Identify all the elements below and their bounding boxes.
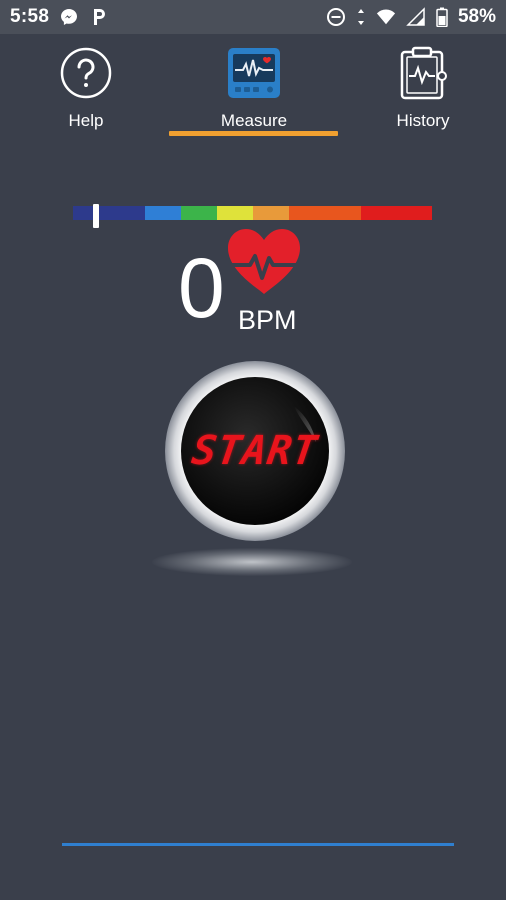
scale-segment (73, 206, 145, 220)
status-bar: 5:58 58% (0, 0, 506, 34)
help-icon (59, 46, 113, 105)
scale-segment (253, 206, 289, 220)
data-arrows-icon (356, 7, 366, 27)
start-button[interactable]: START (164, 360, 346, 542)
battery-icon (436, 7, 448, 27)
scale-segment (361, 206, 432, 220)
scale-segment (181, 206, 217, 220)
scale-segment (217, 206, 253, 220)
wifi-icon (376, 7, 396, 27)
status-bar-right: 58% (326, 6, 496, 28)
tab-help-label: Help (68, 111, 104, 130)
clipboard-icon (396, 46, 450, 105)
bpm-value: 0 (178, 241, 225, 335)
heart-pulse-icon (228, 229, 300, 294)
start-button-graphic (165, 361, 345, 541)
p-app-icon (89, 7, 109, 27)
scale-marker (93, 204, 99, 228)
tab-selected-indicator (169, 131, 338, 136)
scale-segment (289, 206, 361, 220)
tab-measure-label: Measure (220, 111, 288, 130)
tab-bar: Help Measure History (0, 34, 506, 144)
tab-measure[interactable]: Measure (203, 46, 305, 131)
tab-history-label: History (396, 111, 450, 130)
tab-history[interactable]: History (390, 46, 456, 131)
bpm-unit: BPM (238, 305, 297, 335)
heart-rate-scale (73, 206, 432, 220)
messenger-icon (59, 7, 79, 27)
status-bar-left: 5:58 (10, 6, 109, 28)
status-time: 5:58 (10, 6, 50, 27)
start-button-shadow (152, 548, 352, 576)
scale-segment (145, 206, 181, 220)
do-not-disturb-icon (326, 7, 346, 27)
bottom-divider (62, 843, 454, 846)
battery-percent: 58% (457, 6, 496, 27)
cell-signal-icon (406, 7, 426, 27)
tab-help[interactable]: Help (58, 46, 114, 131)
monitor-icon (227, 46, 281, 105)
